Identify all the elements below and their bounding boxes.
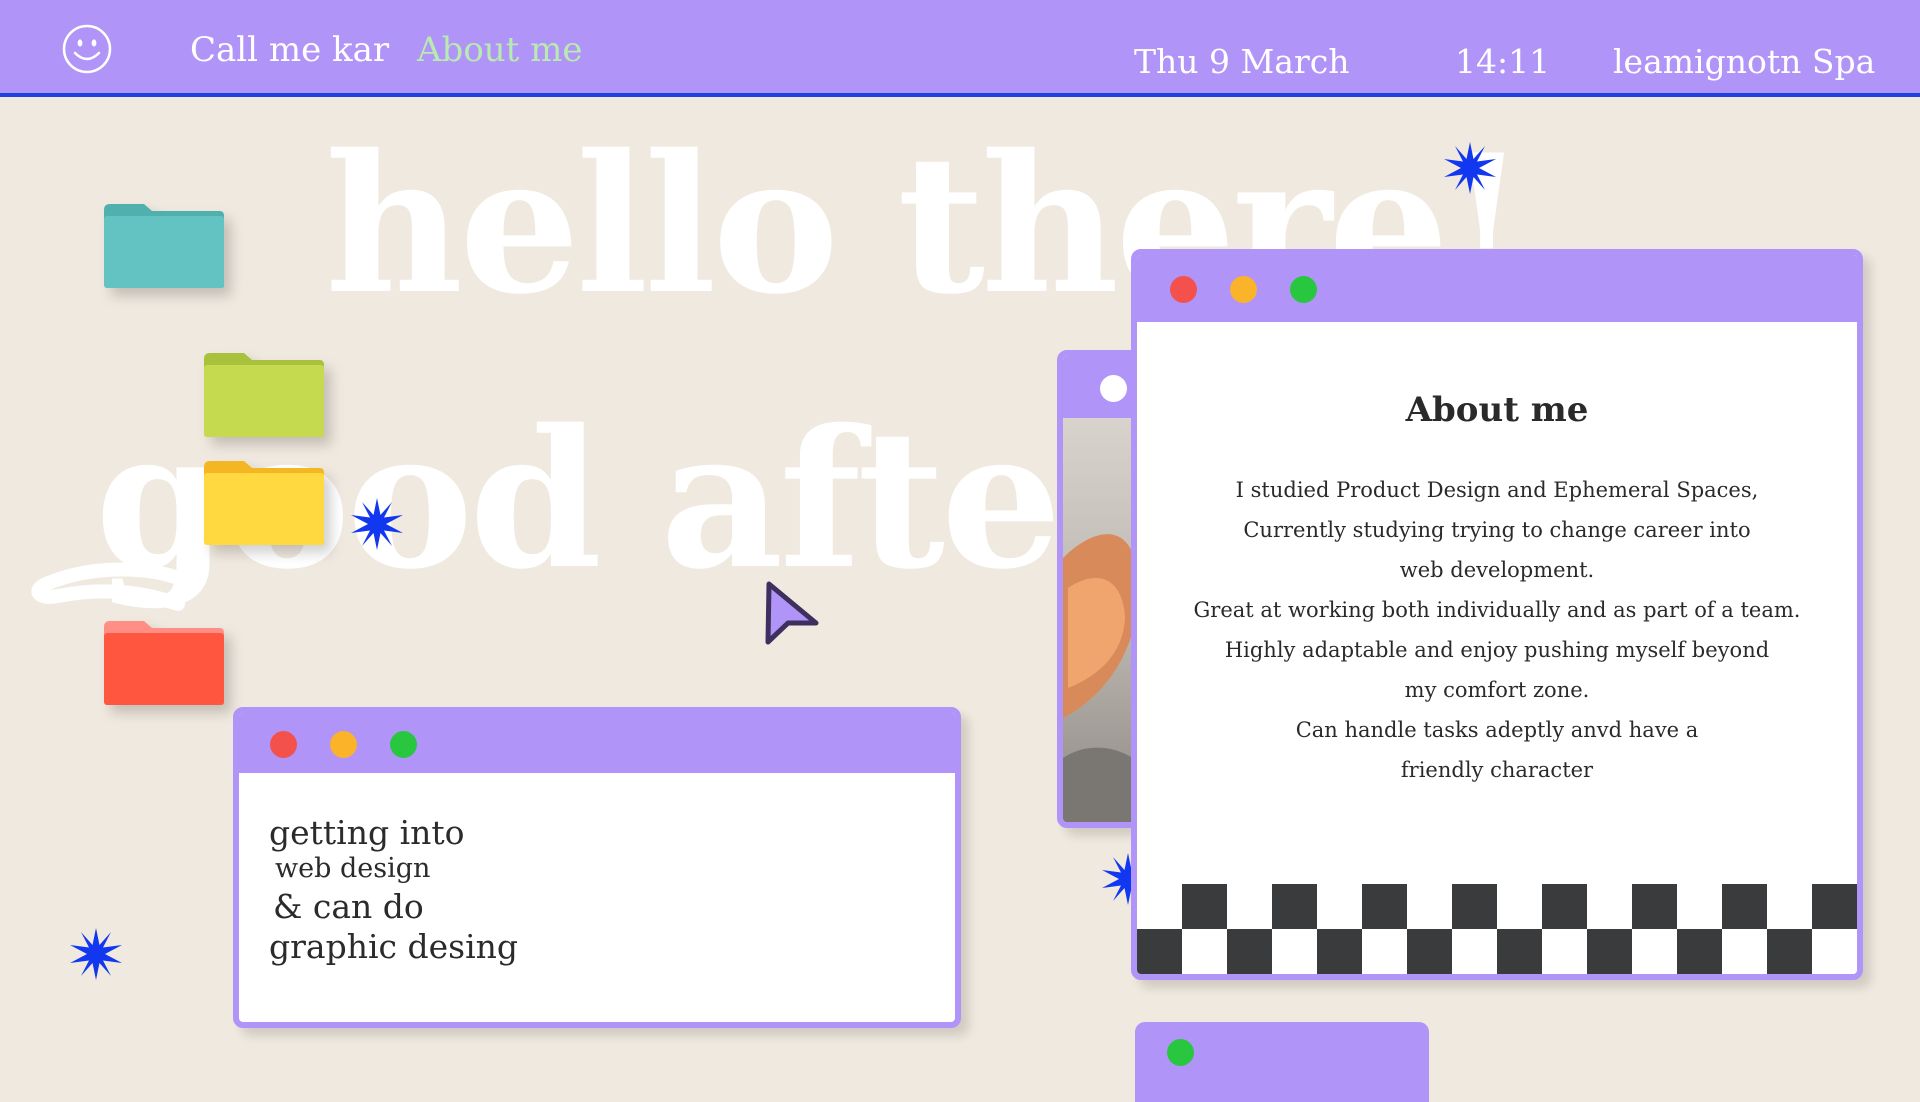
- close-button[interactable]: [270, 731, 297, 758]
- about-line: web development.: [1399, 558, 1595, 582]
- window-title-bar[interactable]: [239, 713, 955, 773]
- about-line: Great at working both individually and a…: [1193, 598, 1801, 622]
- about-text: I studied Product Design and Ephemeral S…: [1157, 470, 1837, 790]
- star-icon: [1444, 142, 1496, 194]
- window-dot-button[interactable]: [1100, 375, 1127, 402]
- skills-line: getting into: [269, 813, 465, 852]
- maximize-button[interactable]: [1167, 1039, 1194, 1066]
- about-line: friendly character: [1400, 758, 1594, 782]
- status-time: 14:11: [1455, 42, 1551, 81]
- about-line: my comfort zone.: [1404, 678, 1590, 702]
- about-line: Can handle tasks adeptly anvd have a: [1295, 718, 1699, 742]
- nav-call-me-kar[interactable]: Call me kar: [190, 30, 389, 70]
- smiley-icon[interactable]: [62, 24, 112, 74]
- skills-window[interactable]: getting into web design & can do graphic…: [233, 707, 961, 1028]
- window-title-bar[interactable]: [1137, 255, 1857, 322]
- menu-bar: Call me kar About me Thu 9 March 14:11 l…: [0, 0, 1920, 97]
- status-location: leamignotn Spa: [1613, 42, 1876, 81]
- skills-text: getting into web design & can do graphic…: [269, 813, 518, 965]
- skills-line: graphic desing: [269, 927, 518, 966]
- close-button[interactable]: [1170, 276, 1197, 303]
- maximize-button[interactable]: [1290, 276, 1317, 303]
- minimize-button[interactable]: [330, 731, 357, 758]
- yellow-folder-icon[interactable]: [202, 459, 326, 547]
- about-line: I studied Product Design and Ephemeral S…: [1235, 478, 1759, 502]
- teal-folder-icon[interactable]: [102, 202, 226, 290]
- about-line: Highly adaptable and enjoy pushing mysel…: [1224, 638, 1770, 662]
- lime-folder-icon[interactable]: [202, 351, 326, 439]
- minimize-button[interactable]: [1230, 276, 1257, 303]
- about-me-window[interactable]: About me I studied Product Design and Ep…: [1131, 249, 1863, 980]
- star-icon: [351, 498, 403, 550]
- cursor-arrow-icon: [765, 581, 819, 645]
- star-icon: [70, 928, 122, 980]
- maximize-button[interactable]: [390, 731, 417, 758]
- about-title: About me: [1405, 390, 1589, 430]
- decorative-swash: [31, 562, 195, 611]
- checkerboard-pattern: [1137, 884, 1857, 974]
- status-date: Thu 9 March: [1134, 42, 1350, 81]
- peeking-window[interactable]: [1135, 1022, 1429, 1102]
- about-line: Currently studying trying to change care…: [1243, 518, 1751, 542]
- red-folder-icon[interactable]: [102, 619, 226, 707]
- nav-about-me[interactable]: About me: [417, 30, 583, 70]
- skills-line: & can do: [273, 887, 424, 926]
- skills-line: web design: [275, 853, 431, 884]
